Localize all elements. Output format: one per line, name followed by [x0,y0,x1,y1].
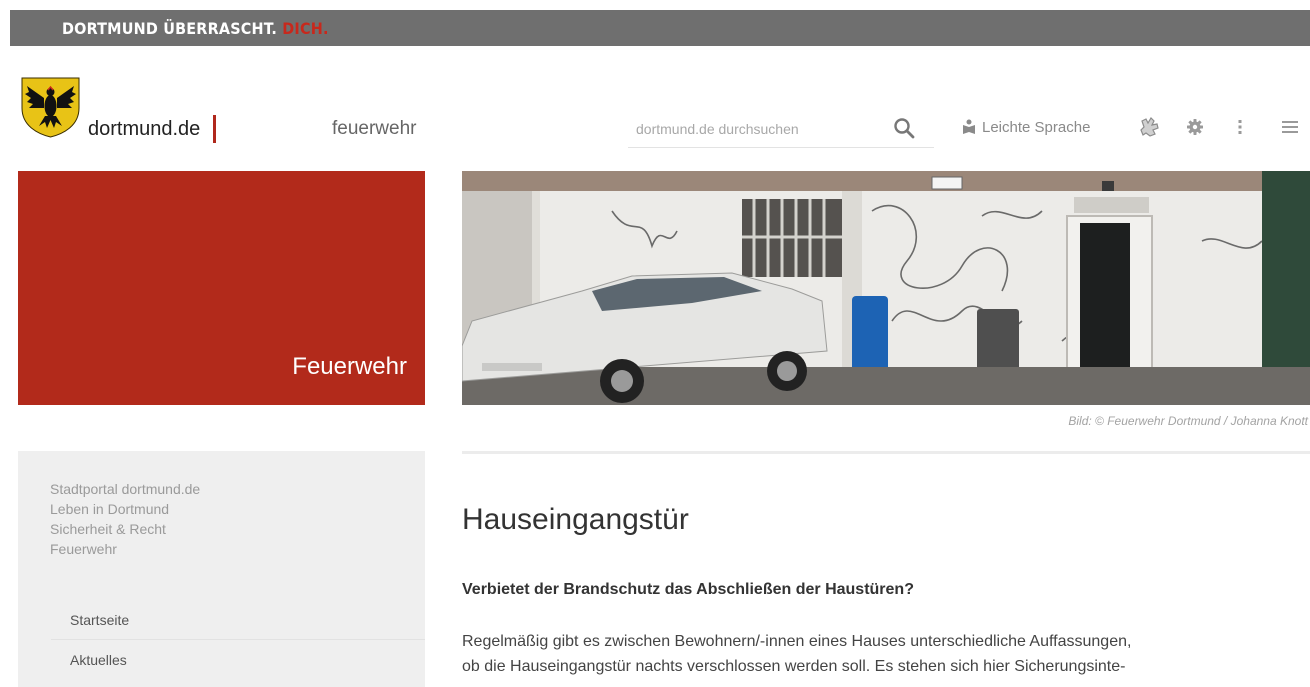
search-input[interactable] [628,110,934,148]
section-feature-box: Feuerwehr [18,171,425,405]
article-subheading: Verbietet der Brandschutz das Abschließe… [462,581,914,598]
banner-slogan-accent: DICH. [282,19,329,38]
search-icon [894,118,915,139]
section-name[interactable]: feuerwehr [332,118,417,140]
breadcrumb-item[interactable]: Feuerwehr [50,539,200,559]
sidebar-nav: Startseite Aktuelles [51,600,425,680]
breadcrumb-item[interactable]: Stadtportal dortmund.de [50,479,200,499]
sign-language-button[interactable] [1138,115,1162,139]
article-text-line: ob die Hauseingangstür nachts verschloss… [462,658,1126,675]
more-vert-icon [1238,120,1242,134]
banner-slogan-main: DORTMUND ÜBERRASCHT. [62,19,278,38]
banner-slogan: DORTMUND ÜBERRASCHT. DICH. [62,19,329,38]
easy-language-link[interactable]: Leichte Sprache [962,115,1090,139]
breadcrumb: Stadtportal dortmund.de Leben in Dortmun… [50,479,200,559]
image-caption: Bild: © Feuerwehr Dortmund / Johanna Kno… [1068,414,1308,428]
search-button[interactable] [892,116,920,140]
breadcrumb-item[interactable]: Leben in Dortmund [50,499,200,519]
sidebar-item-aktuelles[interactable]: Aktuelles [51,640,425,680]
hero-image [462,171,1310,405]
page-title: Hauseingangstür [462,503,689,536]
main-menu-button[interactable] [1278,115,1302,139]
gear-icon [1187,119,1203,135]
easy-language-label: Leichte Sprache [982,118,1091,136]
breadcrumb-item[interactable]: Sicherheit & Recht [50,519,200,539]
logo-divider [213,115,216,143]
sidebar: Stadtportal dortmund.de Leben in Dortmun… [18,451,425,687]
feature-title: Feuerwehr [292,353,407,380]
more-options-button[interactable] [1228,115,1252,139]
sign-language-icon [1140,117,1159,137]
content-divider [462,451,1310,454]
article-text-line: Regelmäßig gibt es zwischen Bewohnern/-i… [462,633,1132,650]
site-logo-text[interactable]: dortmund.de [88,118,200,141]
easy-language-icon [963,119,975,134]
menu-icon [1282,121,1298,133]
article-body: Regelmäßig gibt es zwischen Bewohnern/-i… [462,629,1310,679]
dortmund-crest-logo[interactable] [19,76,82,138]
settings-button[interactable] [1183,115,1207,139]
sidebar-item-startseite[interactable]: Startseite [51,600,425,640]
top-banner: DORTMUND ÜBERRASCHT. DICH. [10,10,1310,46]
